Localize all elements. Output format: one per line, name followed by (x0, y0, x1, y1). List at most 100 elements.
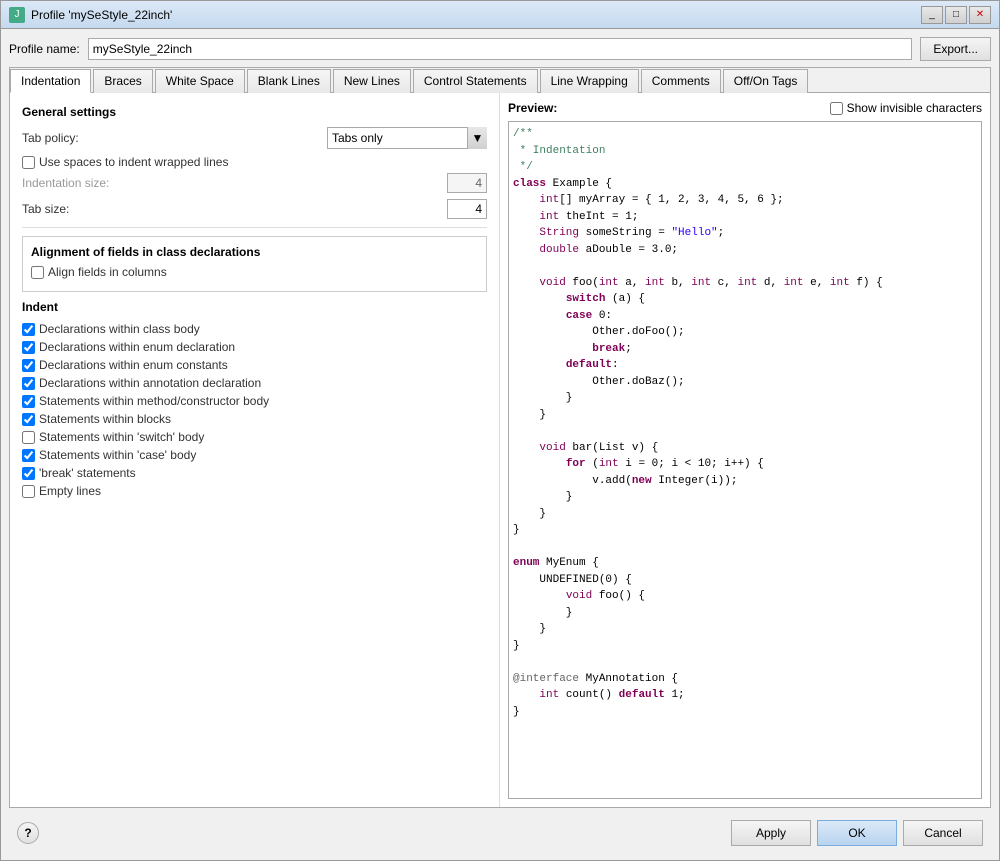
indent-checkbox-9[interactable] (22, 485, 35, 498)
indent-label-8: 'break' statements (39, 466, 136, 480)
indent-checkbox-8[interactable] (22, 467, 35, 480)
code-line: } (513, 605, 977, 622)
indent-label-3: Declarations within annotation declarati… (39, 376, 261, 390)
main-window: J Profile 'mySeStyle_22inch' _ □ ✕ Profi… (0, 0, 1000, 861)
code-line (513, 539, 977, 556)
tab-braces[interactable]: Braces (93, 69, 152, 93)
tab-policy-select-wrapper: Tabs only Spaces only Mixed ▼ (327, 127, 487, 149)
indent-checkbox-4[interactable] (22, 395, 35, 408)
maximize-button[interactable]: □ (945, 6, 967, 24)
code-line: Other.doBaz(); (513, 374, 977, 391)
indent-item-2: Declarations within enum constants (22, 358, 487, 372)
indent-item-8: 'break' statements (22, 466, 487, 480)
bottom-bar: ? Apply OK Cancel (9, 814, 991, 852)
code-line: int[] myArray = { 1, 2, 3, 4, 5, 6 }; (513, 192, 977, 209)
code-line: String someString = "Hello"; (513, 225, 977, 242)
indent-item-5: Statements within blocks (22, 412, 487, 426)
code-line: @interface MyAnnotation { (513, 671, 977, 688)
code-line: * Indentation (513, 143, 977, 160)
indent-checkbox-3[interactable] (22, 377, 35, 390)
code-line: } (513, 489, 977, 506)
preview-area[interactable]: /** * Indentation */ class Example { int… (508, 121, 982, 799)
align-fields-label: Align fields in columns (48, 265, 167, 279)
indent-label-9: Empty lines (39, 484, 101, 498)
panel-content: General settings Tab policy: Tabs only S… (10, 93, 990, 807)
tab-size-row: Tab size: (22, 199, 487, 219)
tab-new-lines[interactable]: New Lines (333, 69, 411, 93)
code-line: int count() default 1; (513, 687, 977, 704)
indent-checkbox-2[interactable] (22, 359, 35, 372)
minimize-button[interactable]: _ (921, 6, 943, 24)
tab-white-space[interactable]: White Space (155, 69, 245, 93)
profile-name-label: Profile name: (9, 42, 80, 56)
show-invisible-row: Show invisible characters (830, 101, 982, 115)
general-settings-title: General settings (22, 105, 487, 119)
code-line: switch (a) { (513, 291, 977, 308)
tab-off-on-tags[interactable]: Off/On Tags (723, 69, 809, 93)
ok-button[interactable]: OK (817, 820, 897, 846)
tab-policy-select[interactable]: Tabs only Spaces only Mixed (327, 127, 487, 149)
alignment-group: Alignment of fields in class declaration… (22, 236, 487, 292)
window-content: Profile name: Export... Indentation Brac… (1, 29, 999, 860)
use-spaces-row: Use spaces to indent wrapped lines (22, 155, 487, 169)
tabs-bar: Indentation Braces White Space Blank Lin… (10, 68, 990, 93)
code-line (513, 423, 977, 440)
indent-item-4: Statements within method/constructor bod… (22, 394, 487, 408)
bottom-buttons: Apply OK Cancel (731, 820, 983, 846)
indentation-size-input[interactable] (447, 173, 487, 193)
code-line: } (513, 621, 977, 638)
align-fields-row: Align fields in columns (31, 265, 478, 279)
export-button[interactable]: Export... (920, 37, 991, 61)
indent-title: Indent (22, 300, 487, 314)
title-bar: J Profile 'mySeStyle_22inch' _ □ ✕ (1, 1, 999, 29)
help-button[interactable]: ? (17, 822, 39, 844)
indent-item-3: Declarations within annotation declarati… (22, 376, 487, 390)
indent-item-0: Declarations within class body (22, 322, 487, 336)
close-button[interactable]: ✕ (969, 6, 991, 24)
code-line: default: (513, 357, 977, 374)
indent-checkbox-1[interactable] (22, 341, 35, 354)
code-line: void bar(List v) { (513, 440, 977, 457)
indent-label-1: Declarations within enum declaration (39, 340, 235, 354)
code-line: } (513, 638, 977, 655)
code-content: /** * Indentation */ class Example { int… (513, 126, 977, 720)
code-line: } (513, 704, 977, 721)
show-invisible-checkbox[interactable] (830, 102, 843, 115)
indent-checkbox-6[interactable] (22, 431, 35, 444)
tab-policy-row: Tab policy: Tabs only Spaces only Mixed … (22, 127, 487, 149)
profile-name-input[interactable] (88, 38, 913, 60)
code-line (513, 258, 977, 275)
indent-checkbox-7[interactable] (22, 449, 35, 462)
code-line: void foo() { (513, 588, 977, 605)
code-line: int theInt = 1; (513, 209, 977, 226)
indentation-size-label: Indentation size: (22, 176, 439, 190)
tab-size-label: Tab size: (22, 202, 439, 216)
tab-size-input[interactable] (447, 199, 487, 219)
window-title: Profile 'mySeStyle_22inch' (31, 8, 921, 22)
tab-control-statements[interactable]: Control Statements (413, 69, 538, 93)
code-line: } (513, 407, 977, 424)
preview-label: Preview: (508, 101, 557, 115)
code-line: } (513, 390, 977, 407)
tab-line-wrapping[interactable]: Line Wrapping (540, 69, 639, 93)
code-line: Other.doFoo(); (513, 324, 977, 341)
indent-item-1: Declarations within enum declaration (22, 340, 487, 354)
profile-row: Profile name: Export... (9, 37, 991, 61)
tab-blank-lines[interactable]: Blank Lines (247, 69, 331, 93)
tab-indentation[interactable]: Indentation (10, 69, 91, 93)
indent-item-9: Empty lines (22, 484, 487, 498)
apply-button[interactable]: Apply (731, 820, 811, 846)
code-line (513, 654, 977, 671)
divider-1 (22, 227, 487, 228)
settings-panel: General settings Tab policy: Tabs only S… (10, 93, 500, 807)
indent-label-4: Statements within method/constructor bod… (39, 394, 269, 408)
indent-checkbox-5[interactable] (22, 413, 35, 426)
use-spaces-checkbox[interactable] (22, 156, 35, 169)
cancel-button[interactable]: Cancel (903, 820, 983, 846)
align-fields-checkbox[interactable] (31, 266, 44, 279)
tab-policy-label: Tab policy: (22, 131, 319, 145)
indent-label-7: Statements within 'case' body (39, 448, 196, 462)
preview-header: Preview: Show invisible characters (508, 101, 982, 115)
tab-comments[interactable]: Comments (641, 69, 721, 93)
indent-checkbox-0[interactable] (22, 323, 35, 336)
